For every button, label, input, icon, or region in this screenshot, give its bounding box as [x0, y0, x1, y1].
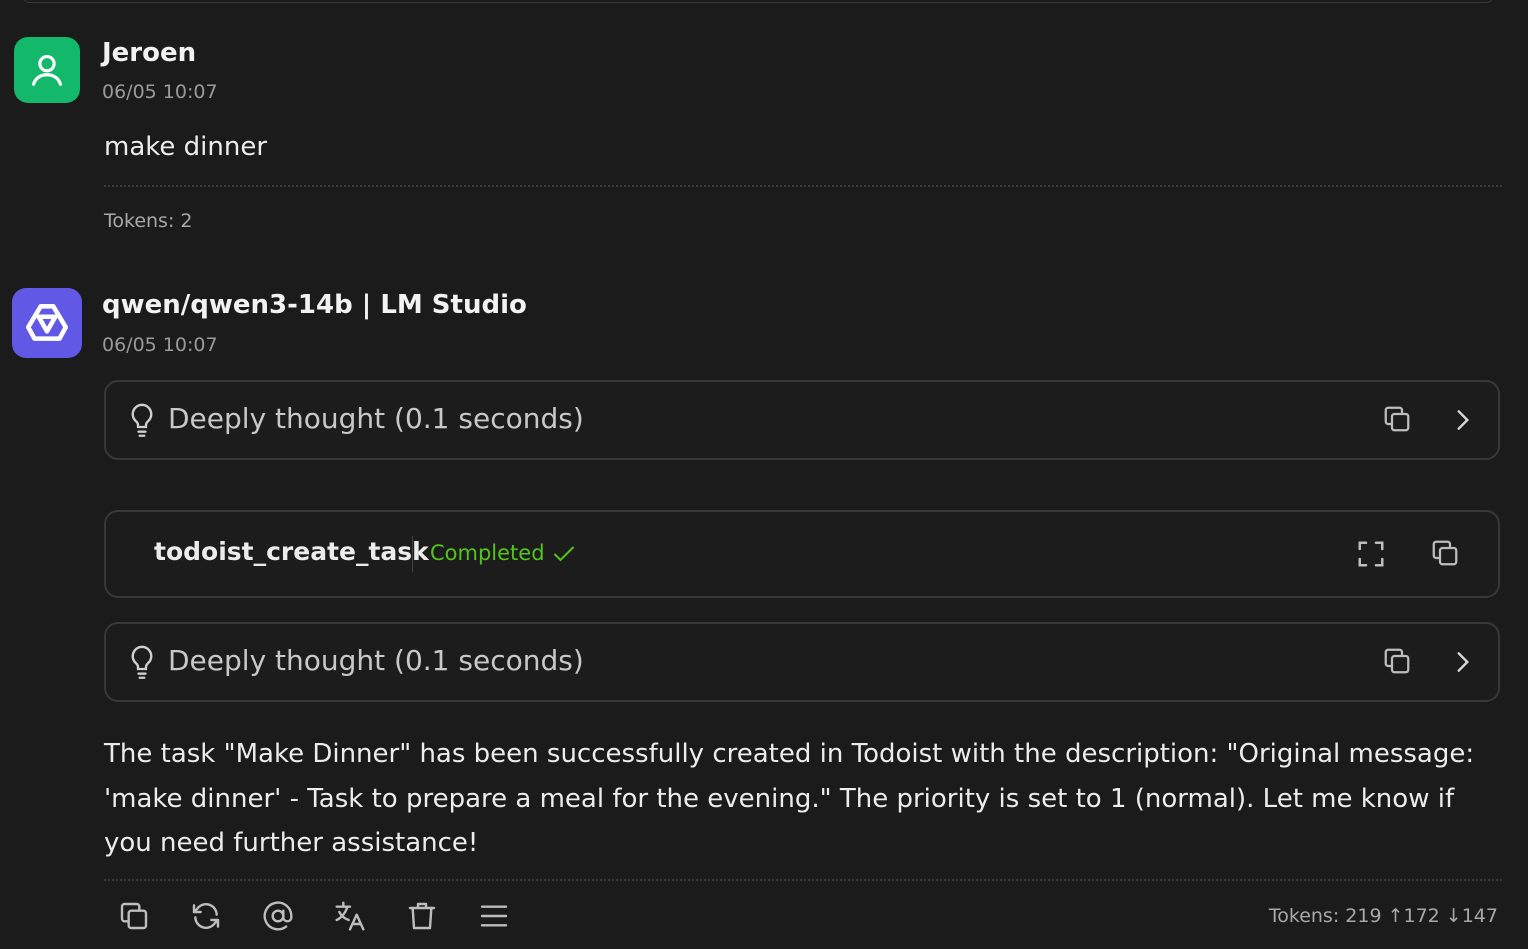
assistant-token-count: Tokens: 219 ↑172 ↓147: [1268, 905, 1498, 927]
translate-button[interactable]: [332, 898, 368, 934]
mention-icon: [263, 901, 293, 931]
thought-label: Deeply thought (0.1 seconds): [168, 402, 584, 435]
lightbulb-icon: [128, 644, 156, 680]
trash-icon: [408, 902, 436, 930]
lightbulb-icon: [128, 402, 156, 438]
assistant-author-name: qwen/qwen3-14b | LM Studio: [102, 290, 527, 320]
translate-icon: [335, 901, 365, 931]
copy-button[interactable]: [116, 898, 152, 934]
assistant-avatar: [12, 288, 82, 358]
thought-block[interactable]: Deeply thought (0.1 seconds): [104, 380, 1500, 460]
regenerate-button[interactable]: [188, 898, 224, 934]
tool-call-block[interactable]: todoist_create_task Completed: [104, 510, 1500, 598]
fullscreen-icon[interactable]: [1356, 539, 1386, 569]
user-avatar: [14, 37, 80, 103]
check-icon: [552, 542, 576, 566]
thought-label: Deeply thought (0.1 seconds): [168, 644, 584, 677]
menu-icon: [480, 905, 508, 927]
copy-icon[interactable]: [1382, 404, 1412, 434]
assistant-timestamp: 06/05 10:07: [102, 334, 218, 356]
divider: [104, 185, 1502, 187]
user-icon: [31, 54, 63, 86]
tool-name: todoist_create_task: [154, 537, 429, 566]
mention-button[interactable]: [260, 898, 296, 934]
refresh-icon: [192, 903, 220, 929]
divider: [104, 879, 1502, 881]
assistant-message-text: The task "Make Dinner" has been successf…: [104, 739, 1475, 858]
qwen-logo-icon: [25, 304, 69, 341]
copy-icon[interactable]: [1382, 646, 1412, 676]
user-author-name: Jeroen: [102, 38, 197, 68]
previous-container-edge: [22, 0, 1494, 3]
status-badge: Completed: [430, 541, 545, 565]
chevron-right-icon[interactable]: [1450, 407, 1476, 433]
user-message-text: make dinner: [104, 132, 268, 162]
delete-button[interactable]: [404, 898, 440, 934]
copy-icon[interactable]: [1430, 538, 1460, 568]
thought-block[interactable]: Deeply thought (0.1 seconds): [104, 622, 1500, 702]
separator: [412, 536, 413, 572]
more-options-button[interactable]: [476, 898, 512, 934]
user-token-count: Tokens: 2: [104, 210, 193, 232]
copy-icon: [120, 902, 148, 930]
chevron-right-icon[interactable]: [1450, 649, 1476, 675]
user-timestamp: 06/05 10:07: [102, 81, 218, 103]
